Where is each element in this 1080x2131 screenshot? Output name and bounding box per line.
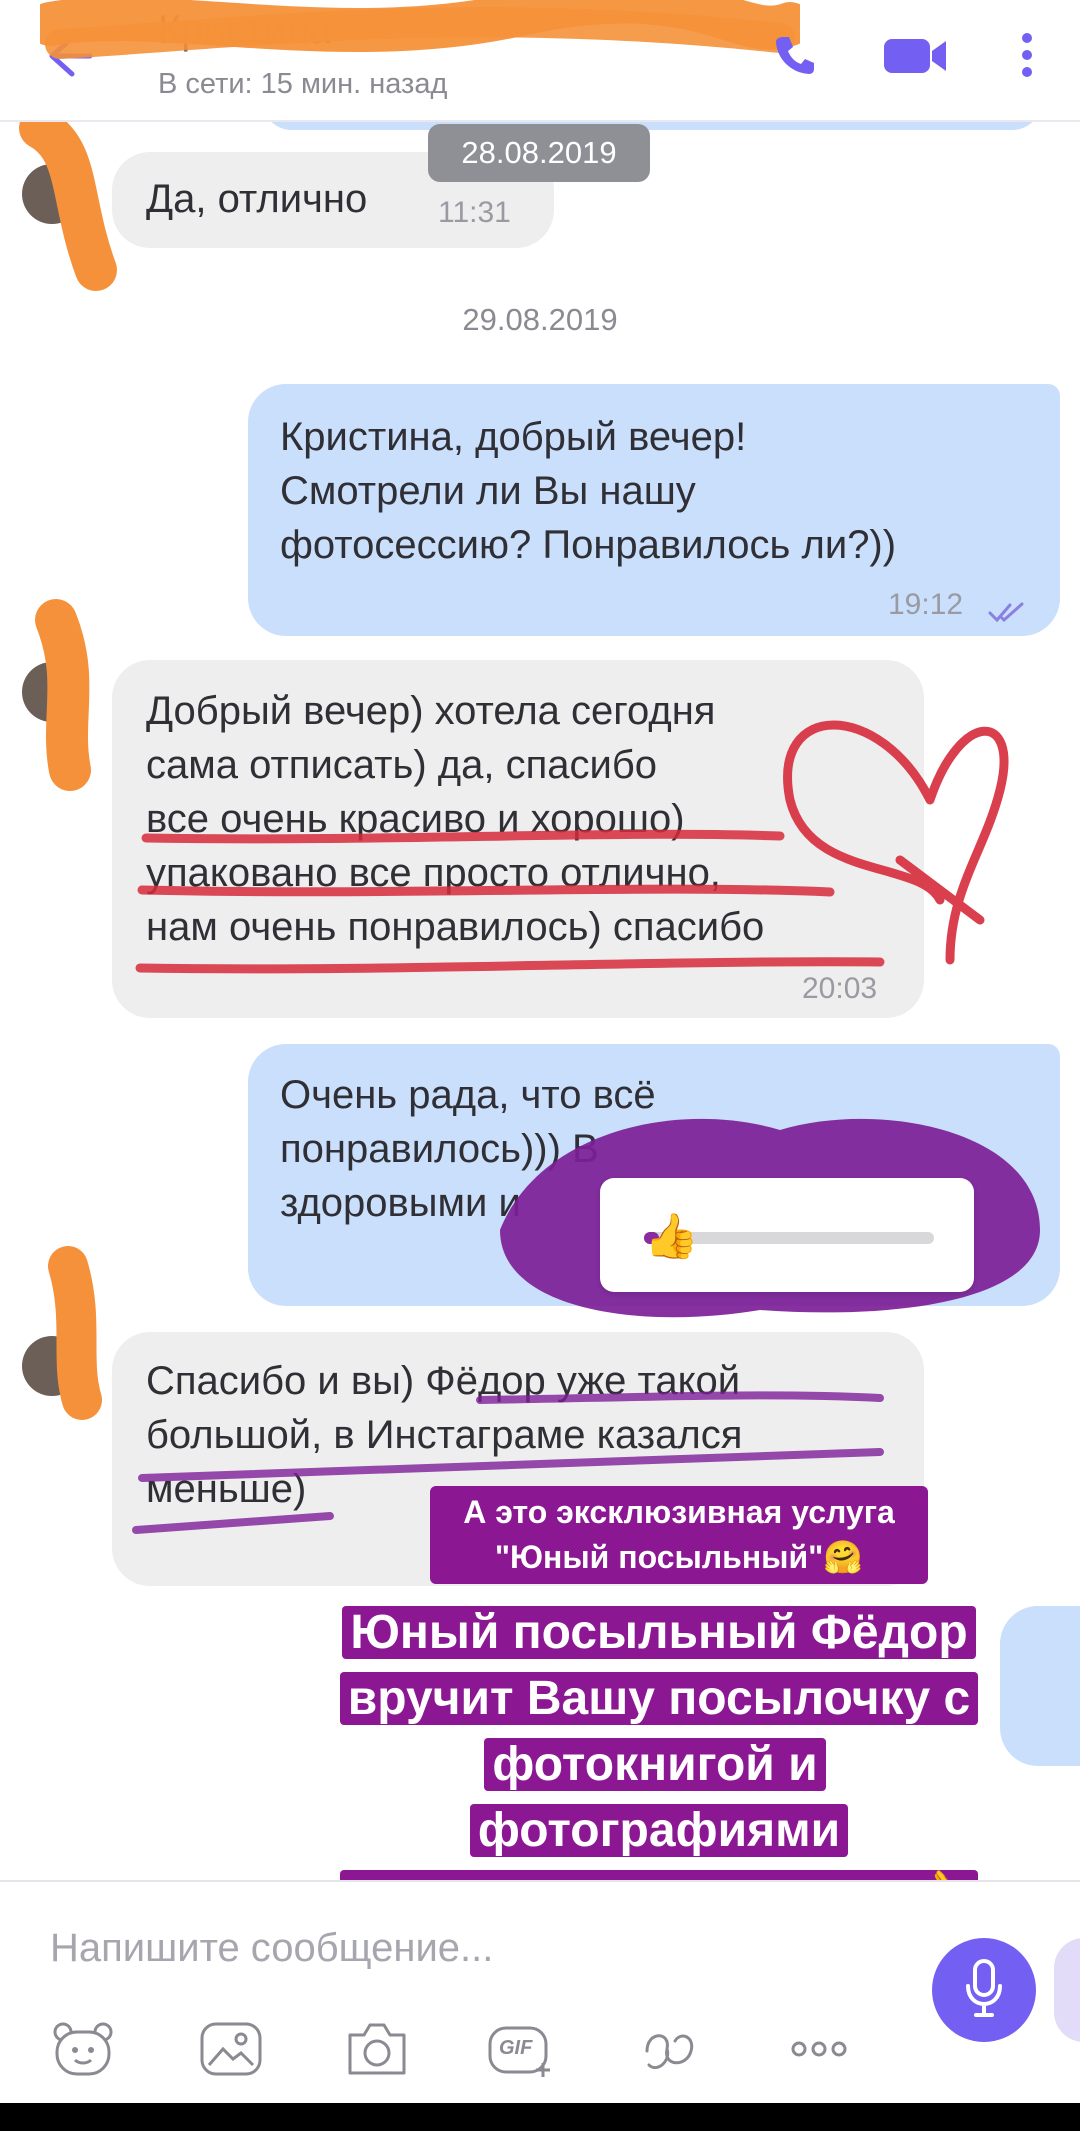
story-caption-small: А это эксклюзивная услуга "Юный посыльны… (430, 1486, 928, 1584)
outgoing-message[interactable]: Кристина, добрый вечер! Смотрели ли Вы н… (248, 384, 1060, 636)
message-text: Добрый вечер) хотела сегодня сама отписа… (146, 689, 765, 949)
contact-avatar[interactable] (22, 1336, 82, 1396)
chat-screen: Кристина В сети: 15 мин. назад 28.08.201… (0, 0, 1080, 2103)
caption-line: Юный посыльный Фёдор (342, 1606, 976, 1659)
image-gallery-icon (199, 2021, 263, 2082)
horizontal-dots-icon (789, 2039, 849, 2064)
doodle-button[interactable] (638, 2016, 708, 2086)
gif-button[interactable]: GIF (486, 2016, 556, 2086)
contact-avatar[interactable] (22, 662, 82, 722)
camera-icon (344, 2021, 410, 2082)
gif-label: GIF (499, 2037, 533, 2059)
caption-line: "Юный посыльный"🤗 (494, 1539, 864, 1575)
voice-message-button[interactable] (932, 1938, 1036, 2042)
emoji-slider-sticker[interactable]: 👍 (600, 1178, 974, 1292)
video-camera-icon (882, 33, 948, 82)
chat-header: Кристина В сети: 15 мин. назад (0, 0, 1080, 122)
message-text: Кристина, добрый вечер! Смотрели ли Вы н… (280, 415, 897, 567)
sticker-button[interactable] (48, 2016, 118, 2086)
date-separator: 29.08.2019 (462, 302, 618, 337)
call-button[interactable] (760, 22, 830, 92)
video-call-button[interactable] (880, 22, 950, 92)
doodle-squiggle-icon (641, 2021, 705, 2082)
caption-line: А это эксклюзивная услуга (463, 1494, 895, 1530)
message-time: 19:12 (888, 588, 964, 621)
incoming-message[interactable]: Добрый вечер) хотела сегодня сама отписа… (112, 660, 924, 1018)
phone-icon (773, 33, 817, 82)
slider-thumb-emoji[interactable]: 👍 (644, 1210, 699, 1262)
caption-line: фотокнигой и фотографиями (469, 1738, 849, 1857)
read-double-check-icon (988, 584, 1028, 638)
message-input[interactable] (50, 1926, 610, 1971)
caption-line: вручит Вашу посылочку с (339, 1672, 979, 1725)
message-text: Да, отлично (146, 177, 368, 221)
message-time: 20:03 (802, 972, 878, 1005)
next-button-edge (1054, 1938, 1080, 2042)
date-separator: 28.08.2019 (428, 124, 650, 182)
bear-sticker-icon (51, 2020, 115, 2083)
message-composer: GIF (0, 1880, 1080, 2103)
gif-icon: GIF (487, 2023, 555, 2079)
vertical-dots-icon (1020, 31, 1034, 84)
camera-button[interactable] (342, 2016, 412, 2086)
more-options-button[interactable] (992, 22, 1062, 92)
message-time: 11:31 (438, 196, 511, 229)
gallery-button[interactable] (196, 2016, 266, 2086)
contact-avatar[interactable] (22, 164, 82, 224)
more-attachments-button[interactable] (784, 2016, 854, 2086)
name-redaction-scribble (40, 0, 800, 59)
microphone-icon (964, 1958, 1004, 2023)
online-status: В сети: 15 мин. назад (158, 68, 448, 100)
